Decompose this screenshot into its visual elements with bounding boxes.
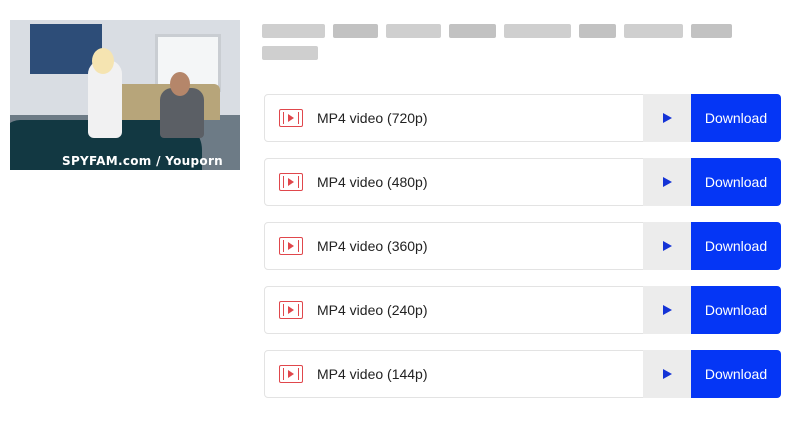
download-button[interactable]: Download [691, 350, 781, 398]
redacted-word [623, 24, 684, 38]
format-label: MP4 video (144p) [317, 366, 428, 382]
download-row-480p: MP4 video (480p) Download [264, 158, 781, 206]
preview-play-button[interactable] [643, 350, 691, 398]
video-title-redacted [262, 24, 732, 68]
play-icon [662, 369, 672, 379]
redacted-line [262, 46, 732, 60]
play-icon [662, 305, 672, 315]
thumbnail-watermark: SPYFAM.com / Youporn [62, 154, 224, 168]
redacted-word [385, 24, 442, 38]
redacted-word [449, 24, 496, 38]
download-row-360p: MP4 video (360p) Download [264, 222, 781, 270]
film-play-icon [279, 365, 303, 383]
format-label: MP4 video (720p) [317, 110, 428, 126]
film-play-icon [279, 109, 303, 127]
preview-play-button[interactable] [643, 94, 691, 142]
download-button[interactable]: Download [691, 222, 781, 270]
redacted-word [503, 24, 571, 38]
thumbnail-person-right-head [170, 72, 190, 96]
redacted-word [262, 24, 326, 38]
preview-play-button[interactable] [643, 158, 691, 206]
thumbnail-person-left-head [92, 48, 114, 74]
redacted-word [578, 24, 616, 38]
format-label: MP4 video (480p) [317, 174, 428, 190]
redacted-line [262, 24, 732, 38]
play-icon [662, 241, 672, 251]
download-button[interactable]: Download [691, 94, 781, 142]
download-list: MP4 video (720p) Download MP4 video (480… [264, 94, 781, 414]
download-button[interactable]: Download [691, 286, 781, 334]
film-play-icon [279, 237, 303, 255]
film-play-icon [279, 301, 303, 319]
redacted-word [333, 24, 378, 38]
download-row-240p: MP4 video (240p) Download [264, 286, 781, 334]
video-thumbnail: SPYFAM.com / Youporn [10, 20, 240, 170]
download-row-144p: MP4 video (144p) Download [264, 350, 781, 398]
redacted-word [691, 24, 732, 38]
play-icon [662, 113, 672, 123]
format-label: MP4 video (360p) [317, 238, 428, 254]
format-label: MP4 video (240p) [317, 302, 428, 318]
redacted-word [262, 46, 318, 60]
download-row-720p: MP4 video (720p) Download [264, 94, 781, 142]
preview-play-button[interactable] [643, 222, 691, 270]
film-play-icon [279, 173, 303, 191]
download-button[interactable]: Download [691, 158, 781, 206]
preview-play-button[interactable] [643, 286, 691, 334]
play-icon [662, 177, 672, 187]
